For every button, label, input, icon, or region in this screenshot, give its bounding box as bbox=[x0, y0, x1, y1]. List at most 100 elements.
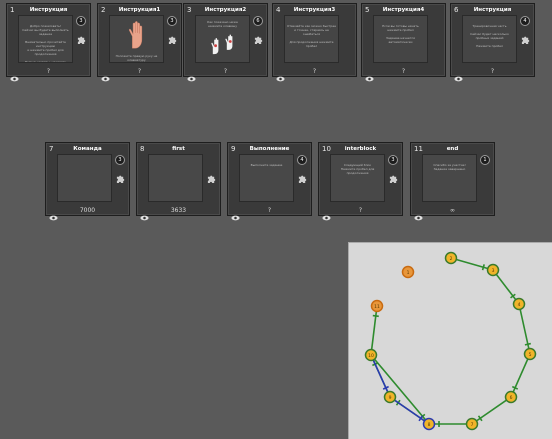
graph-node[interactable]: 11 bbox=[370, 299, 384, 313]
graph-node[interactable]: 4 bbox=[512, 297, 526, 311]
graph-edge bbox=[370, 354, 430, 425]
slide-card[interactable]: 2 Инструкция1 Положите правую руку на клав… bbox=[97, 3, 182, 82]
count-badge: 4 bbox=[297, 155, 307, 165]
graph-node[interactable]: 6 bbox=[504, 390, 518, 404]
graph-node-label: 10 bbox=[368, 353, 374, 359]
slide-duration: ? bbox=[46, 68, 51, 75]
slide-duration: ? bbox=[401, 68, 406, 75]
graph-node-label: 4 bbox=[518, 302, 521, 308]
slide-preview[interactable]: Тренировочная часть Сейчас будет несколь… bbox=[462, 15, 517, 63]
slide-preview[interactable] bbox=[57, 154, 112, 202]
graph-edge-marker bbox=[382, 385, 389, 390]
graph-node[interactable]: 10 bbox=[364, 348, 378, 362]
graph-node[interactable]: 2 bbox=[444, 251, 458, 265]
slide-preview[interactable]: Спасибо за участие! Задание завершено bbox=[422, 154, 477, 202]
graph-edge bbox=[471, 396, 512, 425]
slide-card[interactable]: 7 Команда 3 7000 bbox=[45, 142, 130, 221]
slide-preview-text: Спасибо за участие! Задание завершено bbox=[433, 163, 466, 171]
slide-preview-text: Добро пожаловать! Сейчас вы будете выпол… bbox=[22, 24, 69, 63]
count-badge: 4 bbox=[520, 16, 530, 26]
slide-preview[interactable]: Как показано ниже нажмите клавишу bbox=[195, 15, 250, 63]
puzzle-icon[interactable] bbox=[77, 29, 86, 44]
graph-node-label: 6 bbox=[510, 395, 513, 401]
slide-title: end bbox=[446, 146, 459, 152]
hands-image bbox=[210, 34, 238, 60]
graph-node-label: 9 bbox=[389, 395, 392, 401]
graph-edge-marker bbox=[524, 342, 531, 346]
graph-edge bbox=[450, 257, 494, 271]
graph-edge bbox=[492, 269, 520, 305]
graph-edge bbox=[510, 353, 531, 398]
slide-preview-text: Положите правую руку на клавиатуру bbox=[115, 54, 158, 62]
graph-edge-marker bbox=[481, 264, 485, 271]
hand-image bbox=[125, 20, 147, 54]
graph-node[interactable]: 5 bbox=[523, 347, 537, 361]
slide-duration: ? bbox=[137, 68, 142, 75]
puzzle-icon[interactable] bbox=[389, 168, 398, 183]
slide-card[interactable]: 5 Инструкция4 Если вы готовы начать нажмит… bbox=[361, 3, 446, 82]
count-badge: 3 bbox=[76, 16, 86, 26]
graph-node-label: 11 bbox=[374, 304, 380, 310]
graph-node-label: 1 bbox=[407, 270, 410, 276]
slide-preview-text: Отвечайте как можно быстрее и точнее, ст… bbox=[287, 24, 337, 48]
slide-duration: ∞ bbox=[450, 207, 455, 214]
slide-duration: ? bbox=[267, 207, 272, 214]
slide-preview[interactable]: Выполните задание bbox=[239, 154, 294, 202]
count-badge: 3 bbox=[115, 155, 125, 165]
slide-duration: ? bbox=[490, 68, 495, 75]
slide-title: Выполнение bbox=[249, 146, 290, 152]
graph-node-label: 8 bbox=[428, 422, 431, 428]
graph-edge-marker bbox=[511, 385, 519, 390]
slide-card[interactable]: 6 Инструкция Тренировочная часть Сейчас бу… bbox=[450, 3, 535, 82]
slide-card[interactable]: 4 Инструкция3 Отвечайте как можно быстрее … bbox=[272, 3, 357, 82]
graph-edge bbox=[518, 303, 531, 355]
slide-card[interactable]: 10 interblock Следующий блок Нажмите пробе… bbox=[318, 142, 403, 221]
graph-node-label: 2 bbox=[450, 256, 453, 262]
slide-card[interactable]: 9 Выполнение Выполните задание 4? bbox=[227, 142, 312, 221]
slide-preview-text: Как показано ниже нажмите клавишу bbox=[207, 20, 238, 28]
slide-card[interactable]: 1 Инструкция Добро пожаловать! Сейчас вы б… bbox=[6, 3, 91, 82]
graph-node[interactable]: 3 bbox=[486, 263, 500, 277]
slide-title: Инструкция2 bbox=[204, 7, 247, 13]
slide-title: Инструкция4 bbox=[382, 7, 425, 13]
slide-preview[interactable] bbox=[148, 154, 203, 202]
slide-duration: ? bbox=[312, 68, 317, 75]
flow-graph[interactable]: 1 2 3 4 5 6 7 8 9 10 11 bbox=[349, 243, 552, 439]
slide-preview[interactable]: Если вы готовы начать нажмите пробел Зад… bbox=[373, 15, 428, 63]
slide-title: Команда bbox=[73, 146, 102, 152]
slide-title: first bbox=[172, 146, 185, 152]
puzzle-icon[interactable] bbox=[521, 29, 530, 44]
slide-card[interactable]: 3 Инструкция2 Как показано ниже нажмите кл… bbox=[183, 3, 268, 82]
slide-card[interactable]: 11 end Спасибо за участие! Задание заверше… bbox=[410, 142, 495, 221]
slide-preview[interactable]: Отвечайте как можно быстрее и точнее, ст… bbox=[284, 15, 339, 63]
flow-graph-panel[interactable]: 1 2 3 4 5 6 7 8 9 10 11 bbox=[348, 242, 552, 439]
slide-title: Инструкция bbox=[29, 7, 68, 13]
count-badge: 1 bbox=[480, 155, 490, 165]
slide-duration: ? bbox=[358, 207, 363, 214]
slide-duration: 3633 bbox=[170, 207, 187, 214]
graph-edge bbox=[370, 354, 391, 398]
puzzle-icon[interactable] bbox=[207, 168, 216, 183]
count-badge: 6 bbox=[253, 16, 263, 26]
count-badge: 3 bbox=[167, 16, 177, 26]
puzzle-icon[interactable] bbox=[298, 168, 307, 183]
puzzle-icon[interactable] bbox=[168, 29, 177, 44]
puzzle-icon[interactable] bbox=[254, 29, 263, 44]
slide-preview[interactable]: Положите правую руку на клавиатуру bbox=[109, 15, 164, 63]
puzzle-icon[interactable] bbox=[116, 168, 125, 183]
graph-node[interactable]: 1 bbox=[401, 265, 415, 279]
graph-node-label: 3 bbox=[492, 268, 495, 274]
graph-edge bbox=[370, 305, 378, 356]
graph-edge-marker bbox=[372, 314, 379, 318]
graph-node[interactable]: 7 bbox=[465, 417, 479, 431]
count-badge: 3 bbox=[388, 155, 398, 165]
slide-preview[interactable]: Следующий блок Нажмите пробел для продол… bbox=[330, 154, 385, 202]
slide-card[interactable]: 8 first 3633 bbox=[136, 142, 221, 221]
slide-preview[interactable]: Добро пожаловать! Сейчас вы будете выпол… bbox=[18, 15, 73, 63]
graph-node[interactable]: 9 bbox=[383, 390, 397, 404]
graph-node-label: 5 bbox=[529, 352, 532, 358]
graph-node[interactable]: 8 bbox=[422, 417, 436, 431]
slide-duration: ? bbox=[223, 68, 228, 75]
slide-title: Инструкция1 bbox=[118, 7, 161, 13]
slide-title: Инструкция3 bbox=[293, 7, 336, 13]
